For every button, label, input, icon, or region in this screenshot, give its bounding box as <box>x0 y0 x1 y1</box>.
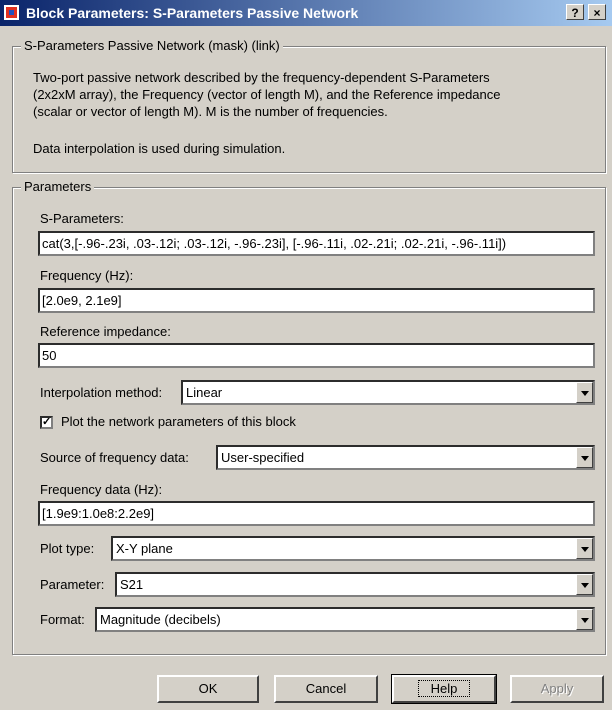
plot-type-label: Plot type: <box>40 541 95 556</box>
chevron-down-icon[interactable] <box>576 609 593 630</box>
interpolation-note: Data interpolation is used during simula… <box>33 141 286 156</box>
parameters-legend: Parameters <box>21 179 95 195</box>
help-title-button[interactable]: ? <box>566 4 584 20</box>
apply-button[interactable]: Apply <box>510 675 604 703</box>
cancel-button[interactable]: Cancel <box>274 675 378 703</box>
parameter-label: Parameter: <box>40 577 105 592</box>
mask-description-group: S-Parameters Passive Network (mask) (lin… <box>12 38 606 173</box>
title-bar: Block Parameters: S-Parameters Passive N… <box>0 0 612 26</box>
chevron-down-icon[interactable] <box>576 538 593 559</box>
simulink-block-icon <box>4 5 19 20</box>
format-label: Format: <box>40 612 85 627</box>
parameter-value: S21 <box>120 577 144 592</box>
reference-impedance-input[interactable]: 50 <box>38 343 595 368</box>
window-title: Block Parameters: S-Parameters Passive N… <box>26 5 359 21</box>
format-value: Magnitude (decibels) <box>100 612 221 627</box>
ok-button[interactable]: OK <box>157 675 259 703</box>
description-line-1: Two-port passive network described by th… <box>33 70 490 85</box>
help-button[interactable]: Help <box>391 674 497 704</box>
source-freq-label: Source of frequency data: <box>40 450 189 465</box>
parameter-select[interactable]: S21 <box>115 572 595 597</box>
chevron-down-icon[interactable] <box>576 574 593 595</box>
help-button-label: Help <box>417 680 471 697</box>
description-line-2: (2x2xM array), the Frequency (vector of … <box>33 87 501 102</box>
chevron-down-icon[interactable] <box>576 447 593 468</box>
plot-type-value: X-Y plane <box>116 541 173 556</box>
description-line-3: (scalar or vector of length M). M is the… <box>33 104 388 119</box>
format-select[interactable]: Magnitude (decibels) <box>95 607 595 632</box>
source-freq-value: User-specified <box>221 450 305 465</box>
plot-type-select[interactable]: X-Y plane <box>111 536 595 561</box>
interpolation-select[interactable]: Linear <box>181 380 595 405</box>
close-title-button[interactable]: × <box>588 4 606 20</box>
mask-legend: S-Parameters Passive Network (mask) (lin… <box>21 38 283 54</box>
s-parameters-label: S-Parameters: <box>40 211 124 226</box>
frequency-data-label: Frequency data (Hz): <box>40 482 163 497</box>
interpolation-label: Interpolation method: <box>40 385 163 400</box>
interpolation-value: Linear <box>186 385 223 400</box>
chevron-down-icon[interactable] <box>576 382 593 403</box>
frequency-data-input[interactable]: [1.9e9:1.0e8:2.2e9] <box>38 501 595 526</box>
plot-checkbox-label: Plot the network parameters of this bloc… <box>61 414 296 429</box>
reference-impedance-label: Reference impedance: <box>40 324 171 339</box>
plot-checkbox[interactable]: ✓ <box>40 416 53 429</box>
s-parameters-input[interactable]: cat(3,[-.96-.23i, .03-.12i; .03-.12i, -.… <box>38 231 595 256</box>
source-freq-select[interactable]: User-specified <box>216 445 595 470</box>
frequency-label: Frequency (Hz): <box>40 268 134 283</box>
frequency-input[interactable]: [2.0e9, 2.1e9] <box>38 288 595 313</box>
